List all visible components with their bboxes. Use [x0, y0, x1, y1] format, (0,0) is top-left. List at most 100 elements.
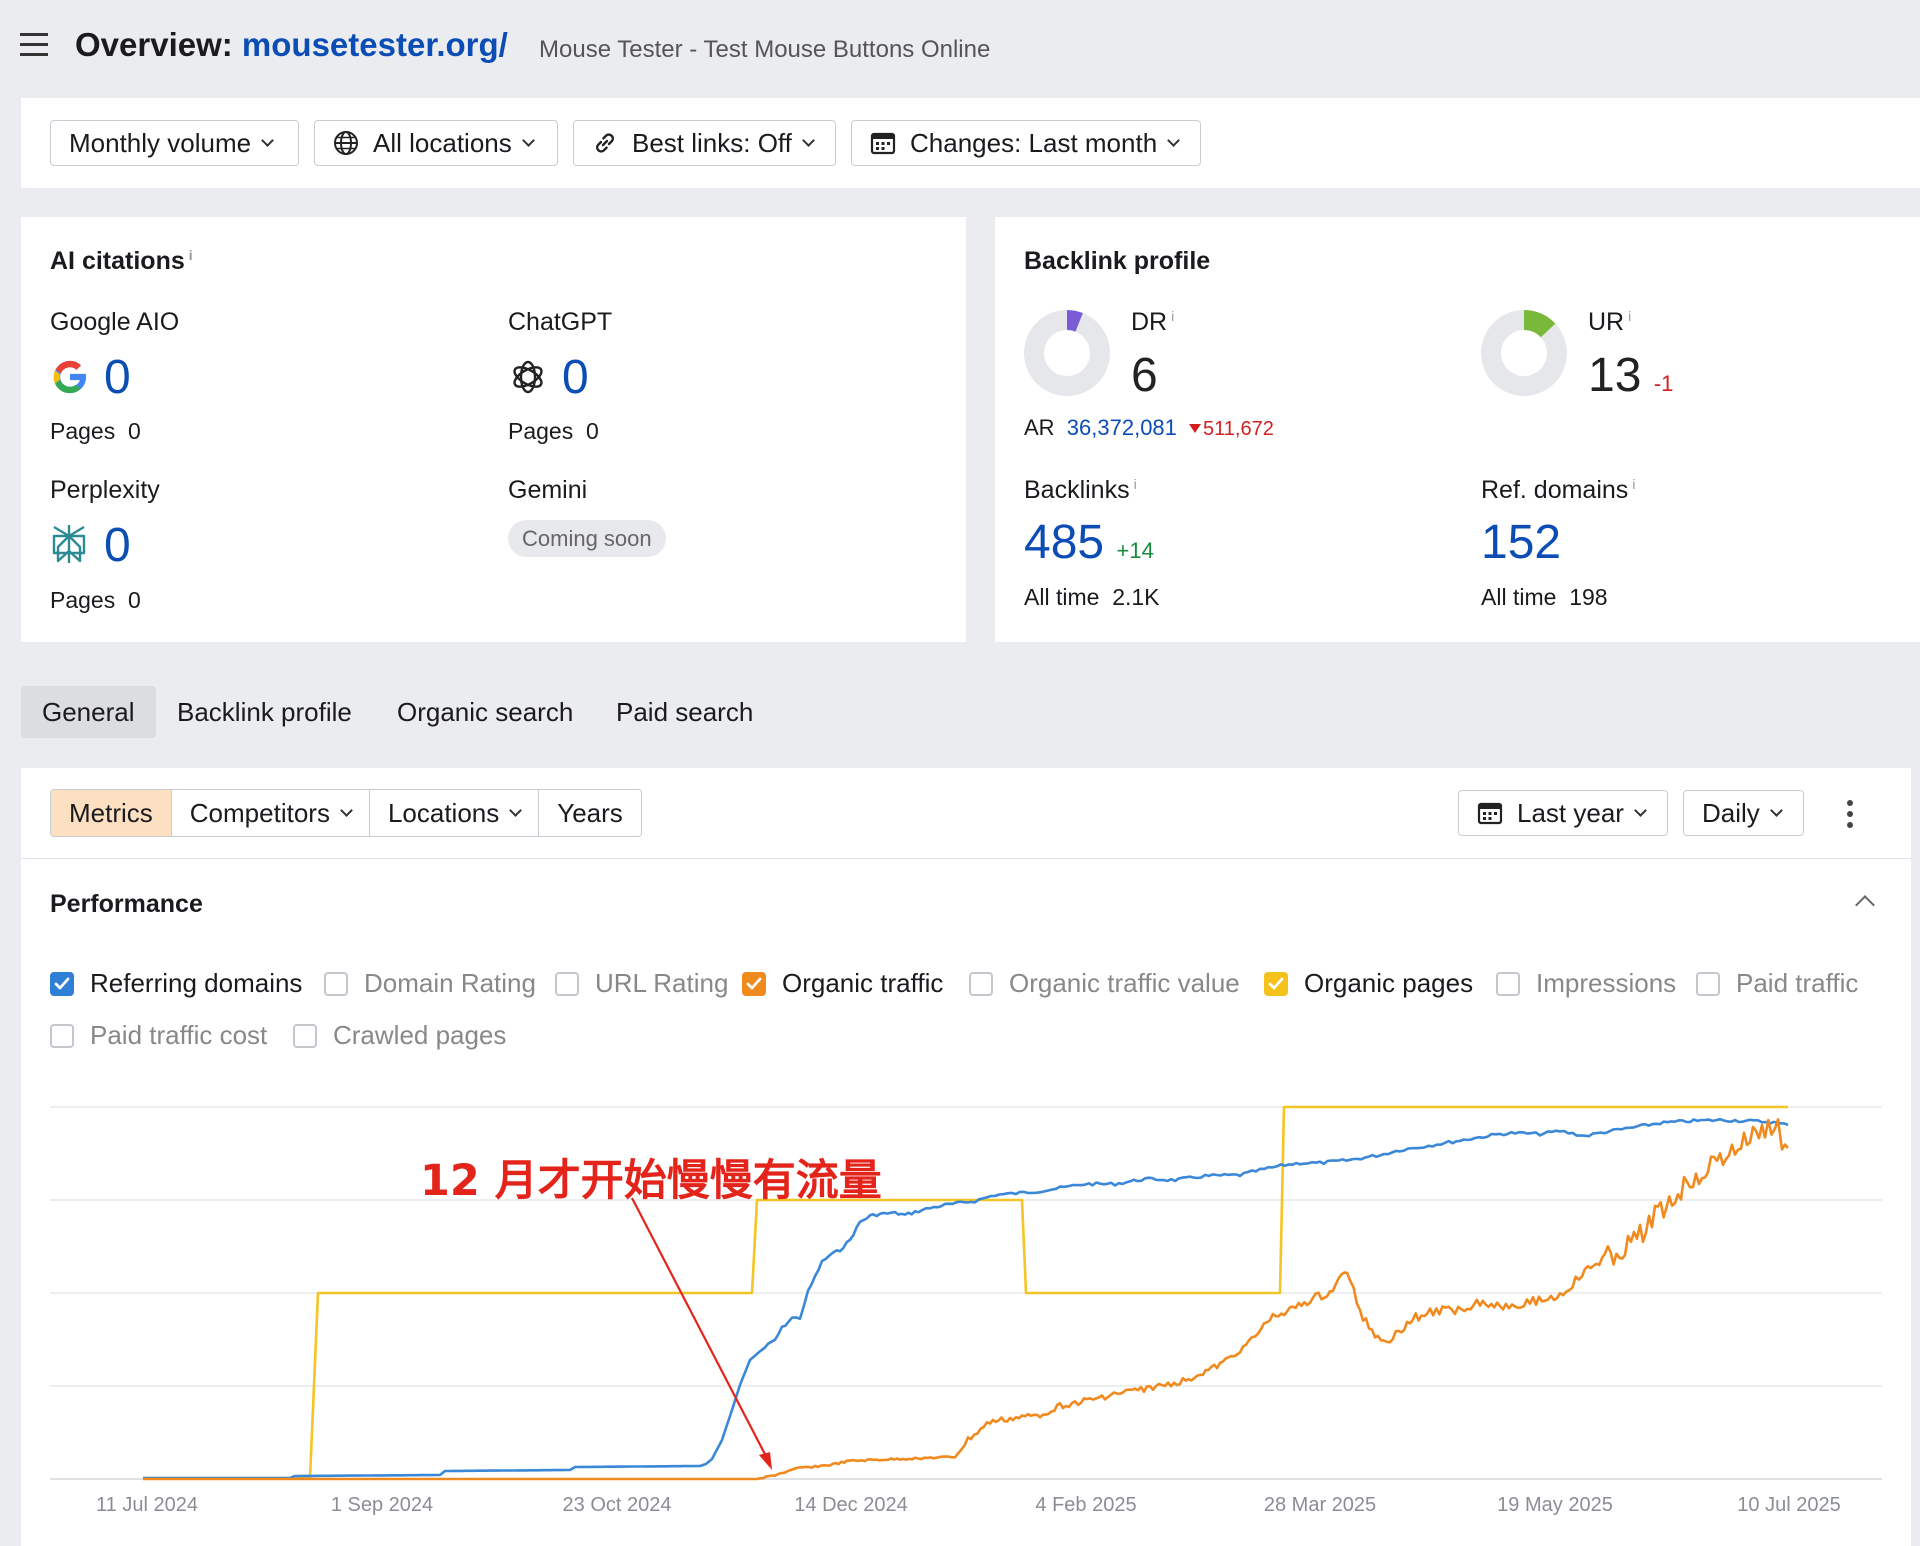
chart-annotation: 12 月才开始慢慢有流量 — [420, 1156, 882, 1206]
calendar-icon — [870, 132, 896, 155]
checkbox-organic-traffic-value[interactable]: Organic traffic value — [969, 968, 1240, 999]
checkbox-checked-icon — [50, 971, 74, 996]
locations-tab-label: Locations — [387, 797, 500, 828]
x-tick-label: 14 Dec 2024 — [794, 1494, 908, 1516]
ref-domains-label: Ref. domains i — [1481, 476, 1635, 505]
ar-label: AR — [1024, 415, 1055, 440]
metrics-button[interactable]: Metrics — [51, 790, 172, 836]
checkbox-impressions[interactable]: Impressions — [1496, 968, 1676, 999]
checkbox-crawled-pages[interactable]: Crawled pages — [293, 1020, 506, 1051]
title-prefix: Overview: — [75, 26, 233, 63]
locations-tab-dropdown[interactable]: Locations — [369, 790, 540, 836]
ai-citations-title-text: AI citations — [50, 247, 185, 275]
years-button[interactable]: Years — [539, 790, 641, 836]
domain-link[interactable]: mousetester.org/ — [242, 26, 508, 63]
backlinks-value[interactable]: 485 — [1024, 516, 1104, 569]
link-icon — [596, 133, 614, 153]
chatgpt-icon — [513, 360, 543, 394]
performance-chart — [50, 1105, 1882, 1481]
alltime-value: 2.1K — [1112, 584, 1160, 610]
ur-label-text: UR — [1588, 308, 1625, 336]
range-label: Last year — [1517, 797, 1624, 828]
interval-dropdown[interactable]: Daily — [1683, 790, 1804, 836]
ur-value: 13 — [1588, 349, 1642, 402]
page-subtitle: Mouse Tester - Test Mouse Buttons Online — [539, 36, 991, 63]
google-aio-value[interactable]: 0 — [104, 350, 131, 405]
checkbox-empty-icon — [293, 1023, 317, 1048]
checkbox-referring-domains[interactable]: Referring domains — [50, 968, 302, 999]
alltime-label: All time — [1024, 584, 1100, 610]
checkbox-label: Domain Rating — [364, 968, 536, 998]
checkbox-empty-icon — [1496, 971, 1520, 996]
ur-change: -1 — [1653, 371, 1674, 396]
alltime-value: 198 — [1569, 584, 1608, 610]
pages-value: 0 — [586, 418, 599, 444]
ur-value-row: 13 -1 — [1588, 348, 1673, 403]
triangle-down-icon — [1189, 424, 1202, 433]
info-icon[interactable]: i — [189, 247, 193, 263]
best-links-dropdown[interactable]: Best links: Off — [573, 120, 836, 166]
backlinks-alltime: All time 2.1K — [1024, 584, 1160, 611]
ai-citations-card — [21, 217, 966, 642]
google-aio-label: Google AIO — [50, 308, 180, 336]
annotation-arrow-line — [631, 1197, 769, 1461]
dr-label-text: DR — [1131, 308, 1168, 336]
tab-backlink-profile[interactable]: Backlink profile — [156, 686, 373, 738]
checkbox-organic-pages[interactable]: Organic pages — [1264, 968, 1473, 999]
info-icon[interactable]: i — [1632, 476, 1635, 492]
checkbox-paid-traffic[interactable]: Paid traffic — [1696, 968, 1858, 999]
checkbox-label: Referring domains — [90, 968, 303, 998]
ur-ring — [1481, 310, 1567, 396]
tab-organic-search[interactable]: Organic search — [376, 686, 594, 738]
pages-label: Pages — [50, 587, 116, 613]
checkbox-label: Organic traffic value — [1009, 968, 1240, 998]
dr-value: 6 — [1131, 349, 1158, 402]
info-icon[interactable]: i — [1134, 476, 1137, 492]
range-dropdown[interactable]: Last year — [1458, 790, 1668, 836]
backlinks-value-row: 485 +14 — [1024, 515, 1154, 570]
chatgpt-value[interactable]: 0 — [562, 350, 589, 405]
pages-label: Pages — [508, 418, 574, 444]
backlink-profile-title: Backlink profile — [1024, 247, 1211, 275]
pages-value: 0 — [128, 418, 141, 444]
chevron-down-icon — [802, 133, 815, 147]
checkbox-checked-icon — [1264, 971, 1288, 996]
chevron-down-icon — [340, 803, 353, 817]
locations-label: All locations — [373, 127, 512, 158]
ar-row: AR 36,372,081 511,672 — [1024, 415, 1274, 441]
info-icon[interactable]: i — [1628, 308, 1631, 324]
best-links-label: Best links: Off — [632, 127, 792, 158]
checkbox-label: Impressions — [1536, 968, 1677, 998]
performance-title: Performance — [50, 890, 203, 918]
ar-value: 36,372,081 — [1066, 415, 1177, 440]
tab-general[interactable]: General — [21, 686, 156, 738]
ref-domains-value[interactable]: 152 — [1481, 515, 1561, 570]
page-title: Overview: mousetester.org/ — [75, 26, 508, 64]
chevron-down-icon — [521, 133, 535, 147]
checkbox-url-rating[interactable]: URL Rating — [555, 968, 728, 999]
checkbox-organic-traffic[interactable]: Organic traffic — [742, 968, 943, 999]
menu-icon[interactable] — [20, 33, 48, 57]
alltime-label: All time — [1481, 584, 1557, 610]
checkbox-label: Organic traffic — [782, 968, 944, 998]
ai-citations-title: AI citations i — [50, 247, 193, 276]
checkbox-empty-icon — [1696, 971, 1720, 996]
x-tick-label: 4 Feb 2025 — [1035, 1494, 1137, 1516]
changes-dropdown[interactable]: Changes: Last month — [851, 120, 1201, 166]
locations-dropdown[interactable]: All locations — [314, 120, 558, 166]
checkbox-domain-rating[interactable]: Domain Rating — [324, 968, 536, 999]
perplexity-value[interactable]: 0 — [104, 518, 131, 573]
info-icon[interactable]: i — [1171, 308, 1174, 324]
dr-label: DR i — [1131, 308, 1174, 337]
checkbox-label: Crawled pages — [333, 1020, 507, 1050]
tab-paid-search[interactable]: Paid search — [595, 686, 774, 738]
competitors-dropdown[interactable]: Competitors — [171, 790, 370, 836]
pages-value: 0 — [128, 587, 141, 613]
checkbox-paid-traffic-cost[interactable]: Paid traffic cost — [50, 1020, 267, 1051]
google-icon — [53, 360, 88, 394]
google-aio-pages: Pages 0 — [50, 418, 141, 445]
monthly-volume-dropdown[interactable]: Monthly volume — [50, 120, 299, 166]
annotation-arrow-head — [759, 1452, 772, 1470]
checkbox-empty-icon — [555, 971, 579, 996]
more-options-icon[interactable] — [1846, 800, 1854, 828]
